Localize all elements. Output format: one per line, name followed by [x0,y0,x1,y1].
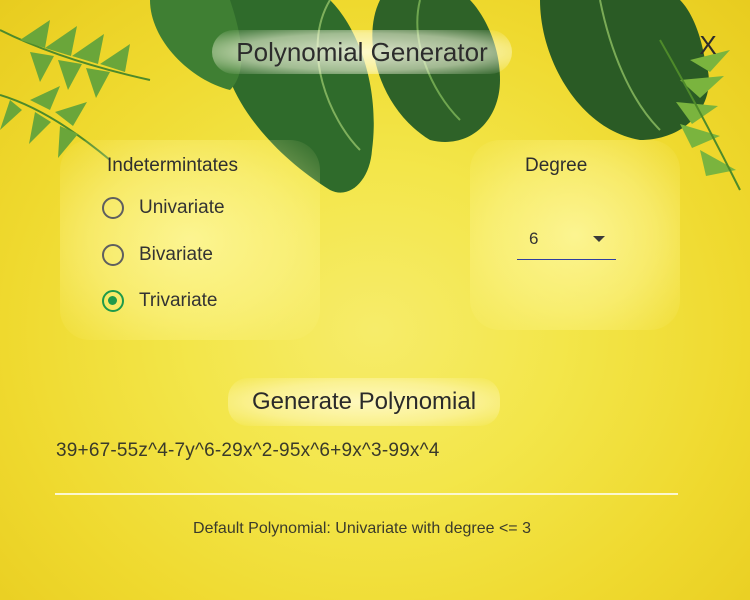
radio-label-trivariate: Trivariate [139,290,218,311]
default-polynomial-note: Default Polynomial: Univariate with degr… [193,520,531,537]
generate-polynomial-button[interactable]: Generate Polynomial [228,378,500,426]
window-title: Polynomial Generator [212,30,512,74]
divider [55,493,678,495]
radio-trivariate[interactable]: Trivariate [102,286,217,316]
radio-button-checked-icon[interactable] [102,290,124,312]
close-button[interactable]: X [692,28,724,62]
radio-univariate[interactable]: Univariate [102,193,225,223]
polynomial-output: 39+67-55z^4-7y^6-29x^2-95x^6+9x^3-99x^4 [56,440,440,461]
radio-label-bivariate: Bivariate [139,244,213,265]
radio-bivariate[interactable]: Bivariate [102,240,213,270]
degree-select[interactable]: 6 [517,224,616,260]
chevron-down-icon[interactable] [593,236,605,242]
radio-button-icon[interactable] [102,197,124,219]
radio-button-icon[interactable] [102,244,124,266]
degree-select-value: 6 [529,229,539,248]
radio-label-univariate: Univariate [139,197,225,218]
degree-label: Degree [525,155,588,176]
indeterminates-label: Indetermintates [107,155,238,176]
